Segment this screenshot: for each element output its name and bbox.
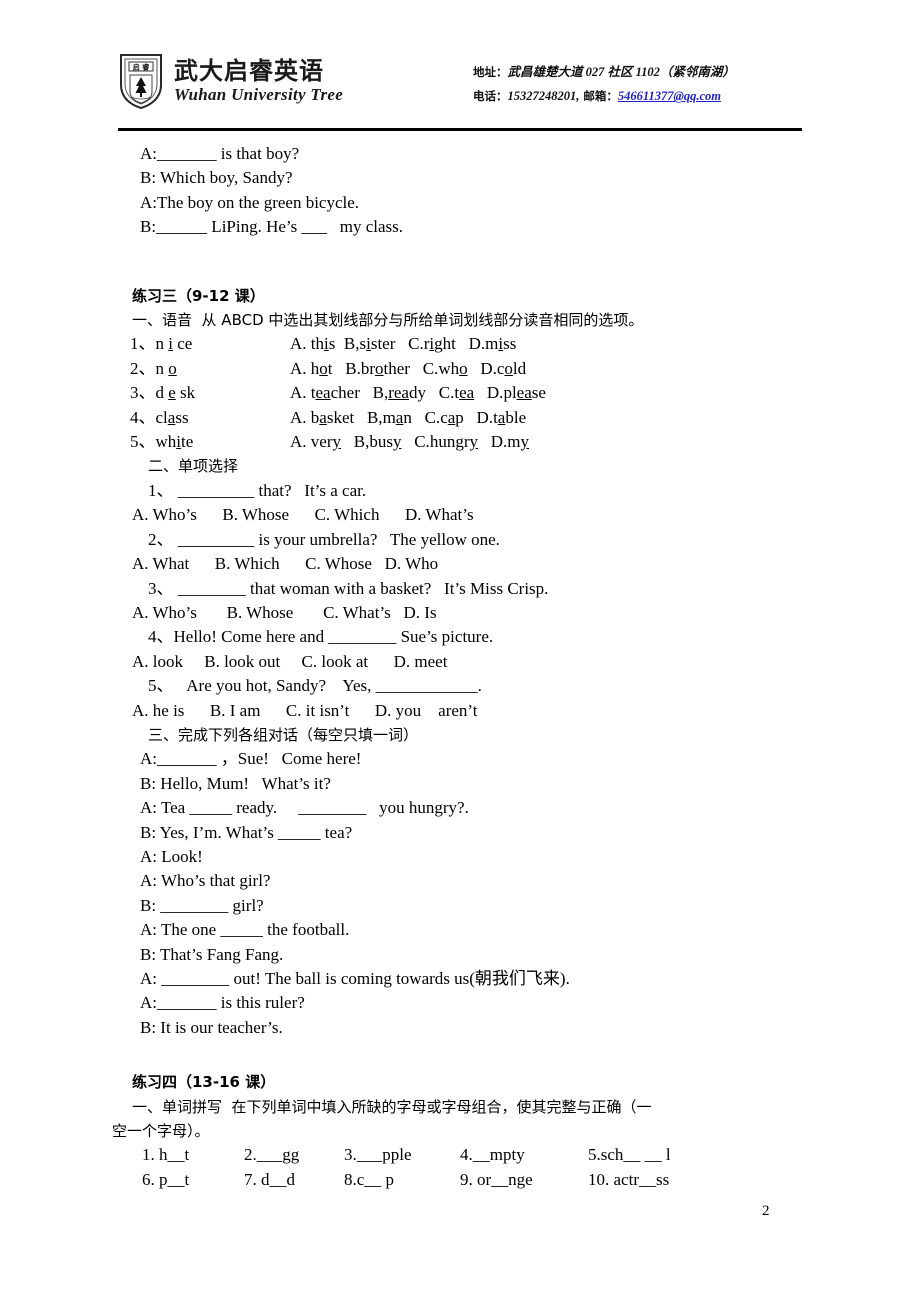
dialogue-line: A: Who’s that girl? xyxy=(140,871,271,891)
exercise4-section1-title-cont: 空一个字母）。 xyxy=(112,1122,210,1141)
phonetics-options: A. very B,busy C.hungry D.my xyxy=(290,432,529,452)
email-label-text: 邮箱： xyxy=(583,89,618,104)
phone-line: 电话：15327248201, 邮箱：546611377@qq.com xyxy=(473,84,735,108)
letterhead: 启 睿 武大启睿英语 Wuhan University Tree 地址：武昌雄楚… xyxy=(118,52,802,130)
mcq-options: A. Who’s B. Whose C. What’s D. Is xyxy=(132,602,437,622)
dialogue-line: B: Hello, Mum! What’s it? xyxy=(140,773,331,793)
dialogue-line: A:_______ is that boy? xyxy=(140,144,300,163)
shield-crest-tree-logo: 启 睿 xyxy=(118,52,164,110)
exercise3-section1-title: 一、语音 从 ABCD 中选出其划线部分与所给单词划线部分读音相同的选项。 xyxy=(132,311,644,330)
dialogue-line: A:_______ is this ruler? xyxy=(140,993,305,1013)
document-page: 启 睿 武大启睿英语 Wuhan University Tree 地址：武昌雄楚… xyxy=(0,0,920,1302)
header-divider xyxy=(118,128,802,131)
mcq-stem: 3、 ________ that woman with a basket? It… xyxy=(148,578,549,598)
exercise4-section1-title: 一、单词拼写 在下列单词中填入所缺的字母或字母组合，使其完整与正确（一 xyxy=(132,1097,652,1116)
spelling-item: 4.__mpty xyxy=(460,1145,525,1165)
exercise4-title: 练习四（13-16 课） xyxy=(132,1073,276,1092)
brand-block: 启 睿 武大启睿英语 Wuhan University Tree xyxy=(118,52,343,110)
dialogue-line: A:_______ ，Sue! Come here! xyxy=(140,749,362,769)
brand-name-english: Wuhan University Tree xyxy=(174,85,344,104)
dialogue-line: A: ________ out! The ball is coming towa… xyxy=(140,969,570,988)
dialogue-line: B: It is our teacher’s. xyxy=(140,1017,283,1037)
spelling-row: 1. h__t 2.___gg 3.___pple 4.__mpty 5.sch… xyxy=(0,1143,920,1167)
phonetics-options: A. hot B.brother C.who D.cold xyxy=(290,358,527,378)
dialogue-line: B: Which boy, Sandy? xyxy=(140,168,293,188)
spelling-item: 6. p__t xyxy=(142,1169,190,1189)
spelling-item: 3.___pple xyxy=(344,1145,412,1165)
document-body: A:_______ is that boy? B: Which boy, San… xyxy=(0,142,920,1192)
spelling-item: 7. d__d xyxy=(244,1169,295,1189)
dialogue-line: B: ________ girl? xyxy=(140,895,264,915)
email-link[interactable]: 546611377@qq.com xyxy=(618,89,721,103)
phonetics-options: A. teacher B,ready C.tea D.please xyxy=(290,383,546,403)
dialogue-line: A: The one _____ the football. xyxy=(140,920,350,940)
svg-text:启 睿: 启 睿 xyxy=(133,63,149,72)
spelling-row: 6. p__t 7. d__d 8.c__ p 9. or__nge 10. a… xyxy=(0,1168,920,1192)
address-line: 地址：武昌雄楚大道 027 社区 1102（紧邻南湖） xyxy=(473,60,735,84)
phonetics-row: 5、white A. very B,busy C.hungry D.my xyxy=(0,430,920,454)
spelling-item: 1. h__t xyxy=(142,1145,190,1165)
phonetics-options: A. basket B,man C.cap D.table xyxy=(290,407,527,427)
spelling-item: 2.___gg xyxy=(244,1145,300,1165)
address-value: 武昌雄楚大道 027 社区 1102（紧邻南湖） xyxy=(507,65,735,79)
mcq-options: A. Who’s B. Whose C. Which D. What’s xyxy=(132,505,474,525)
phonetics-word: 4、class xyxy=(130,407,189,427)
spelling-item: 8.c__ p xyxy=(344,1169,395,1189)
dialogue-line: A: Tea _____ ready. ________ you hungry?… xyxy=(140,798,469,818)
exercise3-section2-title: 二、单项选择 xyxy=(148,457,239,476)
phonetics-word: 5、white xyxy=(130,432,194,452)
phonetics-row: 1、n i ce A. this B,sister C.right D.miss xyxy=(0,332,920,356)
phonetics-word: 3、d e sk xyxy=(130,383,196,403)
phonetics-word: 2、n o xyxy=(130,358,177,378)
contact-info: 地址：武昌雄楚大道 027 社区 1102（紧邻南湖） 电话：153272482… xyxy=(473,60,735,109)
spelling-item: 10. actr__ss xyxy=(588,1169,670,1189)
mcq-stem: 1、 _________ that? It’s a car. xyxy=(148,480,367,500)
phonetics-row: 4、class A. basket B,man C.cap D.table xyxy=(0,406,920,430)
mcq-stem: 5、 Are you hot, Sandy? Yes, ____________… xyxy=(148,676,482,696)
mcq-stem: 2、 _________ is your umbrella? The yello… xyxy=(148,529,500,549)
phone-label: 电话： xyxy=(473,89,508,104)
spelling-item: 5.sch__ __ l xyxy=(588,1145,671,1165)
phonetics-row: 2、n o A. hot B.brother C.who D.cold xyxy=(0,357,920,381)
exercise3-section3-title: 三、完成下列各组对话（每空只填一词） xyxy=(148,725,419,744)
exercise3-title: 练习三（9-12 课） xyxy=(132,286,265,305)
phonetics-word: 1、n i ce xyxy=(130,334,193,354)
mcq-options: A. look B. look out C. look at D. meet xyxy=(132,651,448,671)
address-label: 地址： xyxy=(473,65,508,79)
page-number: 2 xyxy=(762,1203,770,1219)
dialogue-line: B: Yes, I’m. What’s _____ tea? xyxy=(140,822,353,842)
dialogue-line: B: That’s Fang Fang. xyxy=(140,944,284,964)
dialogue-line: B:______ LiPing. He’s ___ my class. xyxy=(140,217,404,237)
phonetics-row: 3、d e sk A. teacher B,ready C.tea D.plea… xyxy=(0,381,920,405)
mcq-options: A. he is B. I am C. it isn’t D. you aren… xyxy=(132,700,478,720)
dialogue-line: A:The boy on the green bicycle. xyxy=(140,192,360,212)
brand-name-chinese: 武大启睿英语 xyxy=(174,57,324,85)
dialogue-line: A: Look! xyxy=(140,846,203,866)
phone-value: 15327248201, xyxy=(507,89,580,104)
mcq-stem: 4、Hello! Come here and ________ Sue’s pi… xyxy=(148,627,494,647)
phonetics-options: A. this B,sister C.right D.miss xyxy=(290,334,517,354)
mcq-options: A. What B. Which C. Whose D. Who xyxy=(132,554,439,574)
brand-text: 武大启睿英语 Wuhan University Tree xyxy=(174,59,343,103)
spelling-item: 9. or__nge xyxy=(460,1169,533,1189)
